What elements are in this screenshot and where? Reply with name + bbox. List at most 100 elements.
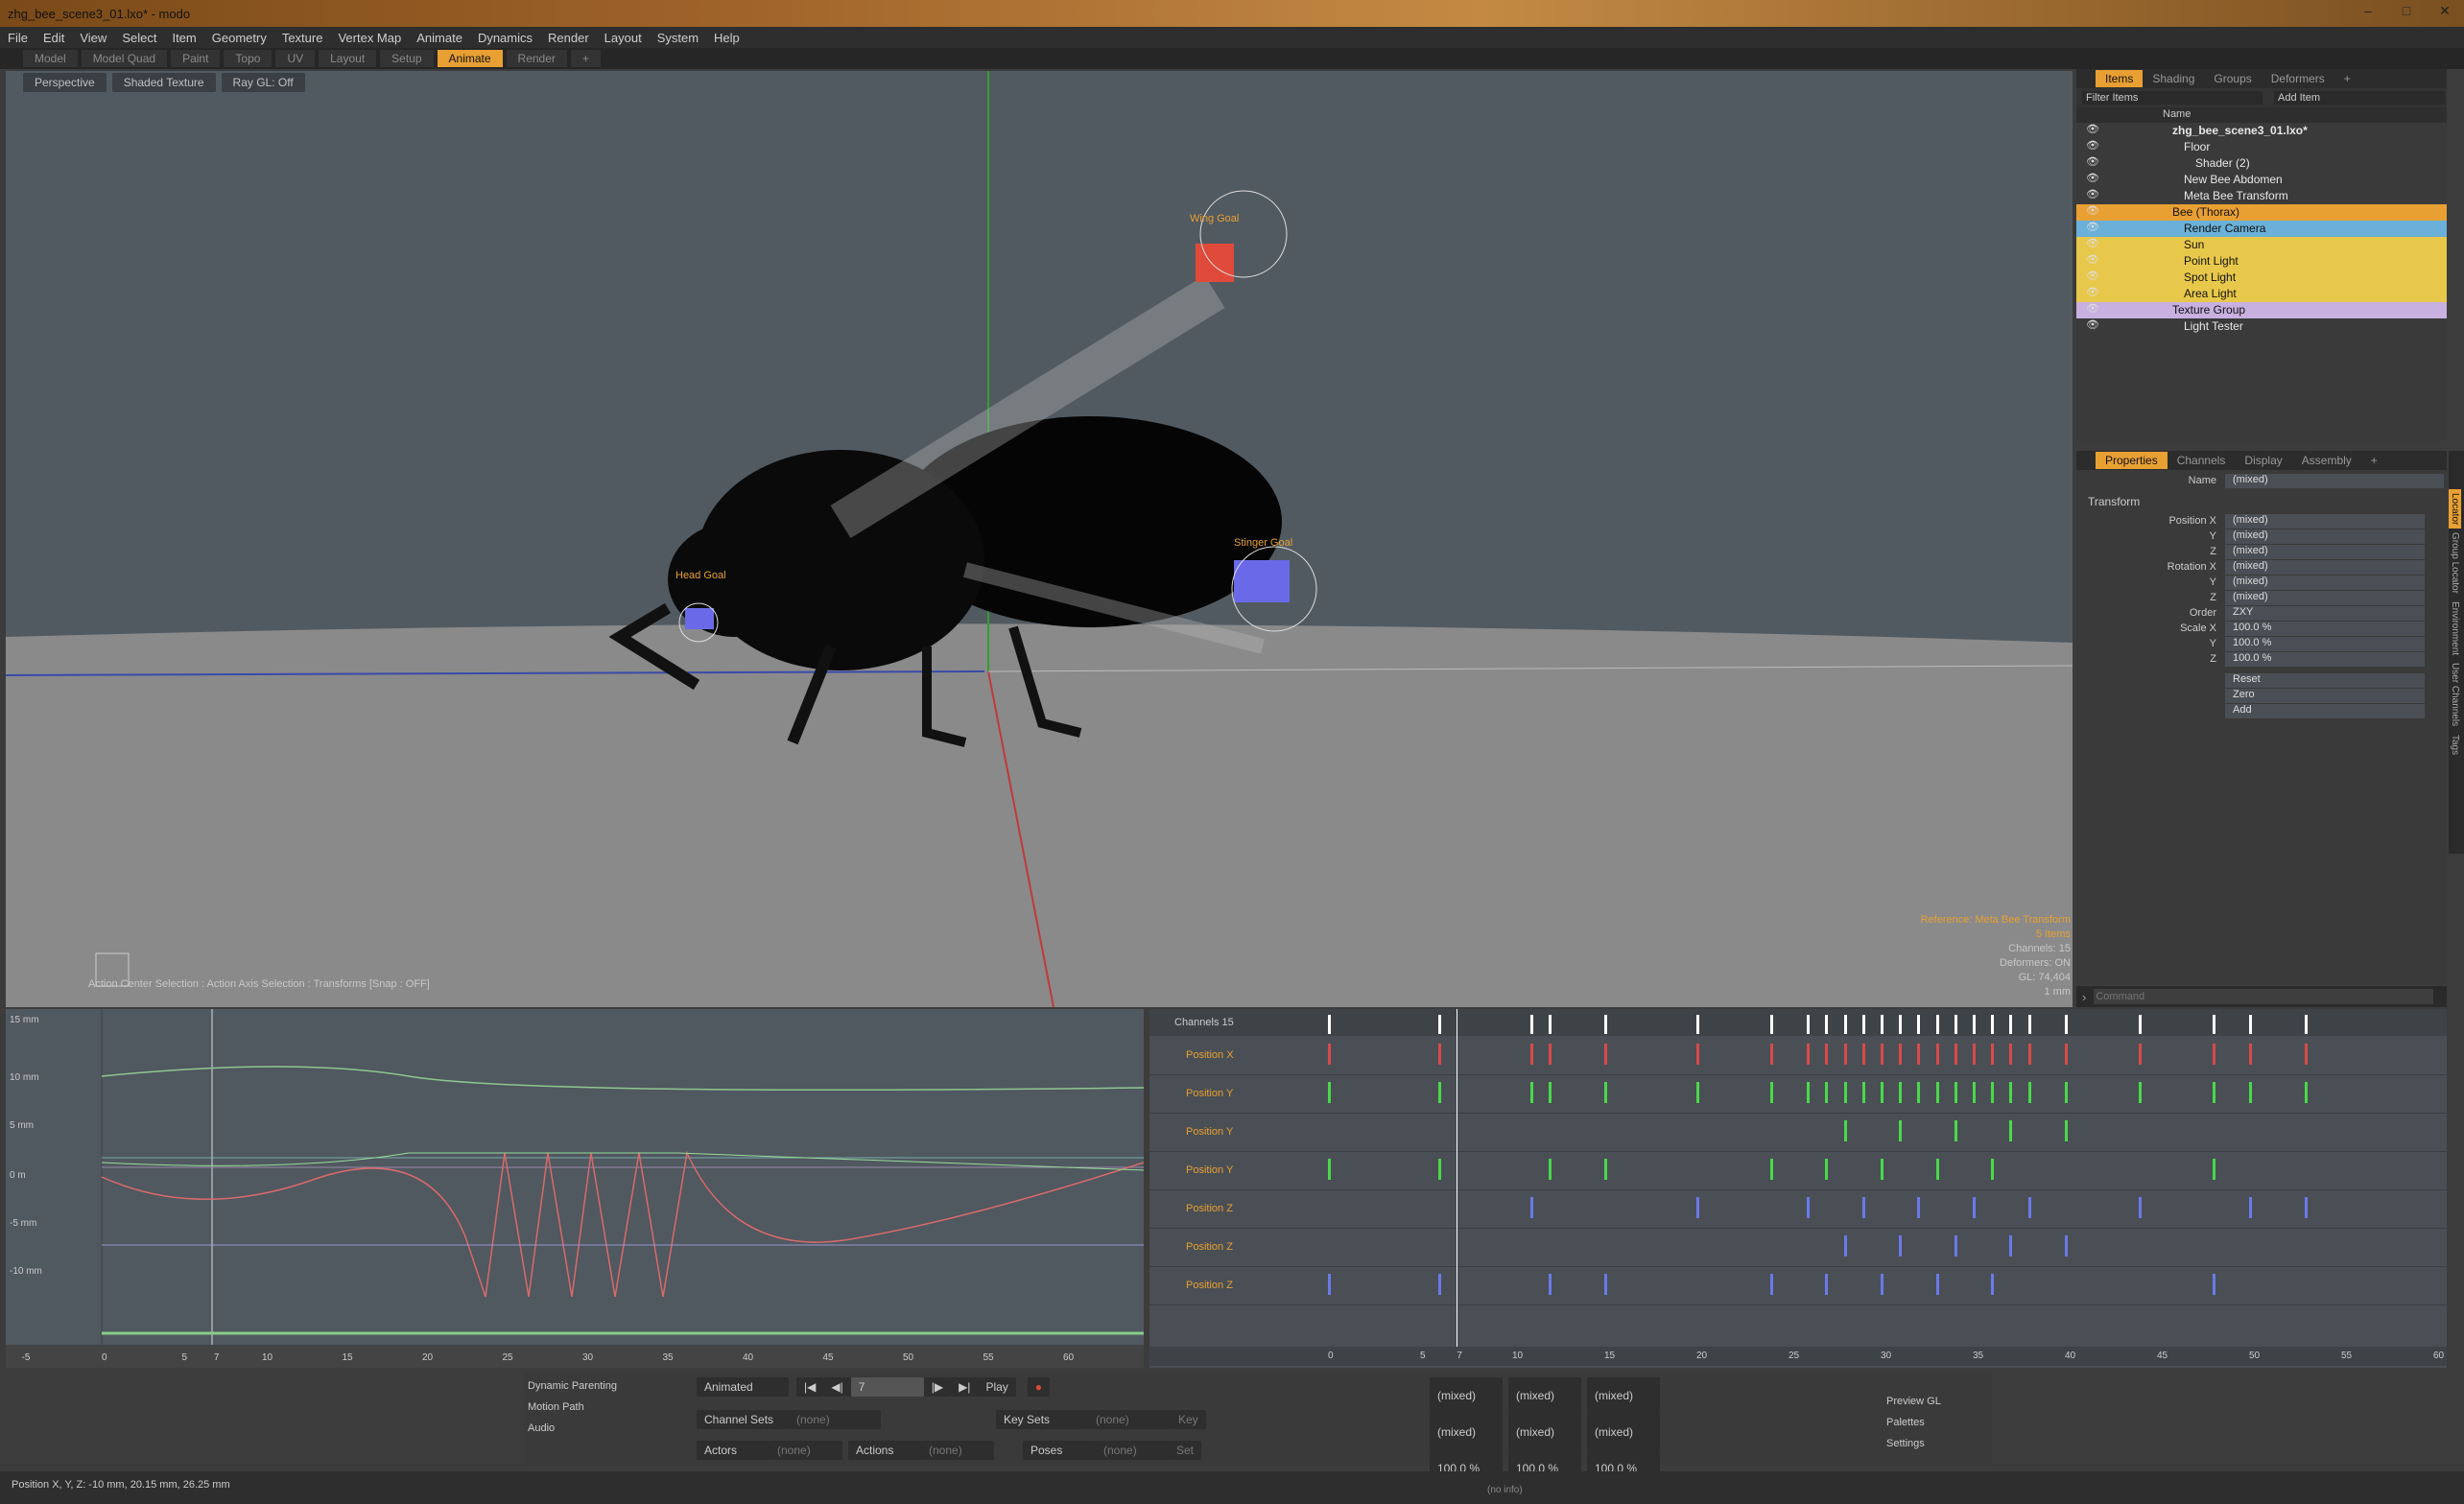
property-value[interactable]: 100.0 % (2225, 622, 2425, 636)
actions-dropdown[interactable]: Actions (848, 1441, 921, 1460)
channel-key[interactable] (2249, 1197, 2252, 1218)
side-tab-tags[interactable]: Tags (2449, 731, 2461, 759)
settings-button[interactable]: Settings (1886, 1433, 1941, 1454)
tab-groups[interactable]: Groups (2204, 70, 2261, 87)
perspective-button[interactable]: Perspective (23, 73, 107, 92)
property-value[interactable]: (mixed) (2225, 591, 2425, 605)
summary-key[interactable] (2249, 1015, 2252, 1034)
visibility-eye-icon[interactable]: 👁 (2086, 318, 2099, 331)
summary-key[interactable] (1438, 1015, 1442, 1034)
key-sets-none[interactable]: (none) (1088, 1410, 1171, 1429)
add-item-dropdown[interactable]: Add Item (2274, 91, 2445, 105)
channel-key[interactable] (2212, 1274, 2215, 1295)
poses-dropdown[interactable]: Poses (1023, 1441, 1096, 1460)
filter-items-dropdown[interactable]: Filter Items (2082, 91, 2263, 105)
channel-key[interactable] (1328, 1159, 1331, 1180)
channel-key[interactable] (2212, 1159, 2215, 1180)
channel-key[interactable] (2065, 1235, 2068, 1257)
summary-key[interactable] (1328, 1015, 1331, 1034)
tab-animate[interactable]: Animate (437, 50, 503, 67)
prev-frame-button[interactable]: ◀| (823, 1377, 851, 1397)
summary-key[interactable] (1843, 1015, 1847, 1034)
summary-key[interactable] (1954, 1015, 1957, 1034)
channel-key[interactable] (1825, 1274, 1829, 1295)
channel-key[interactable] (1899, 1082, 1903, 1103)
channel-key[interactable] (1438, 1082, 1442, 1103)
channel-key[interactable] (2249, 1082, 2252, 1103)
channel-key[interactable] (1604, 1159, 1607, 1180)
channel-key[interactable] (1769, 1159, 1773, 1180)
channel-key[interactable] (1935, 1082, 1939, 1103)
channel-key[interactable] (1604, 1274, 1607, 1295)
channel-key[interactable] (2065, 1082, 2068, 1103)
set-button[interactable]: Set (1169, 1441, 1202, 1460)
summary-key[interactable] (1917, 1015, 1921, 1034)
channel-key[interactable] (2249, 1044, 2252, 1065)
menu-animate[interactable]: Animate (409, 31, 470, 45)
menu-geometry[interactable]: Geometry (204, 31, 274, 45)
item-row[interactable]: 👁 Texture Group (2076, 302, 2447, 318)
visibility-eye-icon[interactable]: 👁 (2086, 188, 2099, 200)
channel-key[interactable] (1991, 1082, 1995, 1103)
channel-key[interactable] (1696, 1197, 1699, 1218)
channel-key[interactable] (1825, 1159, 1829, 1180)
property-value[interactable]: (mixed) (2225, 560, 2425, 575)
item-row[interactable]: 👁 Shader (2) (2076, 155, 2447, 172)
channel-key[interactable] (2304, 1197, 2308, 1218)
channel-key[interactable] (2027, 1197, 2031, 1218)
channel-key[interactable] (1899, 1235, 1903, 1257)
maximize-button[interactable]: □ (2387, 3, 2426, 24)
viewport-3d[interactable]: Wing Goal Stinger Goal Head Goal Action … (6, 71, 2073, 1007)
visibility-eye-icon[interactable]: 👁 (2086, 155, 2099, 168)
tab-uv[interactable]: UV (275, 50, 316, 67)
channel-key[interactable] (1549, 1159, 1552, 1180)
rot-x-field[interactable]: (mixed) (1430, 1414, 1503, 1450)
channel-key[interactable] (1807, 1044, 1811, 1065)
tab-items-add[interactable]: + (2334, 70, 2360, 87)
channel-key[interactable] (1899, 1120, 1903, 1141)
summary-key[interactable] (1935, 1015, 1939, 1034)
channel-key[interactable] (1861, 1197, 1865, 1218)
channel-key[interactable] (1954, 1082, 1957, 1103)
tab-paint[interactable]: Paint (171, 50, 221, 67)
audio-toggle[interactable]: Audio (528, 1418, 643, 1439)
summary-key[interactable] (1769, 1015, 1773, 1034)
tab-model[interactable]: Model (23, 50, 78, 67)
channel-key[interactable] (1973, 1082, 1976, 1103)
item-row[interactable]: 👁 Sun (2076, 237, 2447, 253)
channel-key[interactable] (1917, 1082, 1921, 1103)
summary-key[interactable] (1807, 1015, 1811, 1034)
channel-key[interactable] (1935, 1274, 1939, 1295)
key-button[interactable]: Key (1171, 1410, 1206, 1429)
channel-key[interactable] (1935, 1044, 1939, 1065)
pos-z-field[interactable]: (mixed) (1587, 1377, 1660, 1414)
pos-y-field[interactable]: (mixed) (1508, 1377, 1581, 1414)
channel-key[interactable] (1438, 1274, 1442, 1295)
channel-key[interactable] (2304, 1082, 2308, 1103)
channel-key[interactable] (1935, 1159, 1939, 1180)
poses-none[interactable]: (none) (1096, 1441, 1169, 1460)
channel-key[interactable] (2009, 1082, 2013, 1103)
channel-key[interactable] (1549, 1274, 1552, 1295)
tab-properties[interactable]: Properties (2096, 452, 2168, 469)
visibility-eye-icon[interactable]: 👁 (2086, 237, 2099, 249)
side-tab-group-locator[interactable]: Group Locator (2449, 529, 2461, 598)
record-icon[interactable]: ● (1027, 1377, 1051, 1397)
visibility-eye-icon[interactable]: 👁 (2086, 221, 2099, 233)
channel-key[interactable] (1954, 1235, 1957, 1257)
channel-key[interactable] (1899, 1044, 1903, 1065)
property-value[interactable]: 100.0 % (2225, 637, 2425, 651)
channel-key[interactable] (1861, 1082, 1865, 1103)
dopesheet[interactable]: Channels 15 Position X Position Y Position… (1149, 1009, 2447, 1368)
tab-model-quad[interactable]: Model Quad (81, 50, 168, 67)
summary-key[interactable] (1530, 1015, 1534, 1034)
channel-key[interactable] (1604, 1082, 1607, 1103)
channel-key[interactable] (2212, 1082, 2215, 1103)
menu-render[interactable]: Render (540, 31, 597, 45)
summary-key[interactable] (2138, 1015, 2142, 1034)
menu-item[interactable]: Item (164, 31, 203, 45)
menu-help[interactable]: Help (706, 31, 747, 45)
tab-render[interactable]: Render (506, 50, 567, 67)
channel-key[interactable] (1954, 1044, 1957, 1065)
property-value[interactable]: (mixed) (2225, 514, 2425, 529)
